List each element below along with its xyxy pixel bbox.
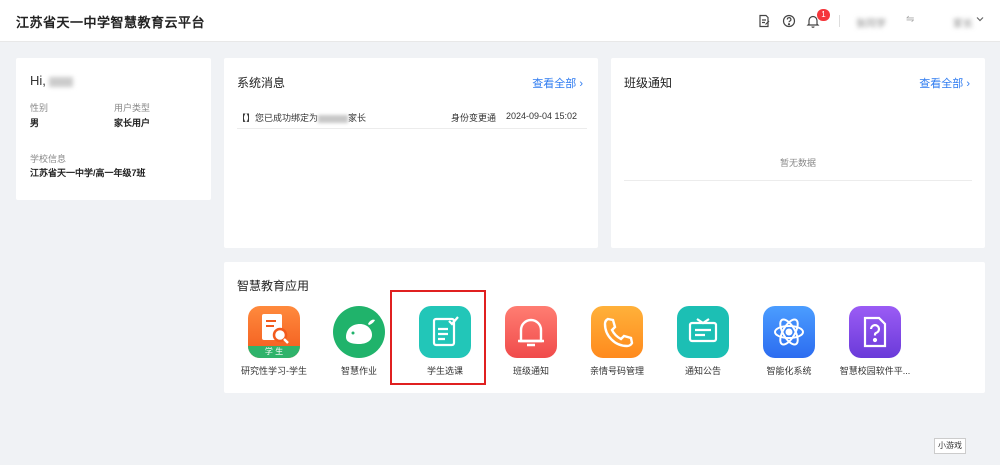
mini-game-button[interactable]: 小游戏: [934, 438, 966, 454]
app-research-study[interactable]: 学 生 研究性学习-学生: [234, 306, 314, 378]
greeting-name-blurred: [48, 76, 73, 87]
message-row[interactable]: 【】您已成功绑定为 家长 身份变更通 2024-09-04 15:02: [237, 107, 587, 129]
messages-view-all-link[interactable]: 查看全部 ›: [532, 75, 583, 91]
app-label: 智能化系统: [766, 366, 812, 376]
top-bar: 江苏省天一中学智慧教育云平台 1 张同学 ⇋ 家长: [0, 0, 1000, 42]
user-role[interactable]: 家长: [953, 15, 973, 30]
chevron-right-icon: ›: [966, 78, 970, 90]
app-label: 通知公告: [684, 366, 721, 376]
user-type-label: 用户类型: [114, 103, 151, 113]
greeting: Hi,: [30, 73, 73, 88]
app-class-notice[interactable]: 班级通知: [491, 306, 571, 378]
app-title: 江苏省天一中学智慧教育云平台: [16, 15, 206, 30]
chevron-right-icon: ›: [579, 78, 583, 90]
notice-view-all-link[interactable]: 查看全部 ›: [919, 75, 970, 91]
help-icon[interactable]: [782, 14, 796, 28]
school-value: 江苏省天一中学/高一年级7班: [30, 168, 146, 178]
phone-icon: [591, 306, 643, 358]
edit-document-icon[interactable]: [757, 14, 771, 28]
app-label: 班级通知: [512, 366, 549, 376]
header-divider: [839, 15, 840, 27]
notification-badge: 1: [817, 9, 830, 21]
smart-apps-card: 智慧教育应用 学 生 研究性学习-学生 智慧作业 学生选课 班级通知 亲情号码管…: [224, 262, 985, 393]
research-study-icon: 学 生: [248, 306, 300, 358]
empty-state-text: 暂无数据: [779, 158, 816, 168]
app-smart-homework[interactable]: 智慧作业: [319, 306, 399, 378]
whale-homework-icon: [333, 306, 385, 358]
bell-icon: [505, 306, 557, 358]
student-badge: 学 生: [264, 347, 284, 356]
help-document-icon: [849, 306, 901, 358]
selection-highlight-box: [390, 290, 486, 385]
apps-title: 智慧教育应用: [237, 279, 310, 293]
school-label: 学校信息: [30, 154, 67, 164]
user-name[interactable]: 张同学: [856, 15, 886, 30]
app-smart-campus-platform[interactable]: 智慧校园软件平...: [835, 306, 915, 378]
app-family-phone[interactable]: 亲情号码管理: [577, 306, 657, 378]
chevron-down-icon[interactable]: [975, 14, 985, 24]
message-name-blurred: [318, 114, 349, 123]
app-announcement[interactable]: 通知公告: [663, 306, 743, 378]
message-text: 【】您已成功绑定为 家长: [237, 113, 367, 123]
announcement-icon: [677, 306, 729, 358]
profile-card: Hi, 性别 男 用户类型 家长用户 学校信息 江苏省天一中学/高一年级7班: [16, 58, 211, 200]
switch-icon[interactable]: ⇋: [906, 14, 914, 25]
system-messages-card: 系统消息 查看全部 › 【】您已成功绑定为 家长 身份变更通 2024-09-04…: [224, 58, 598, 248]
user-type-value: 家长用户: [114, 118, 151, 128]
app-label: 智慧校园软件平...: [839, 366, 911, 376]
gender-value: 男: [30, 118, 40, 128]
atom-icon: [763, 306, 815, 358]
app-intelligent-system[interactable]: 智能化系统: [749, 306, 829, 378]
app-label: 亲情号码管理: [589, 366, 644, 376]
class-notice-card: 班级通知 查看全部 › 暂无数据: [611, 58, 985, 248]
message-source: 身份变更通: [451, 113, 497, 123]
gender-label: 性别: [30, 103, 49, 113]
divider: [624, 180, 972, 181]
system-messages-title: 系统消息: [237, 76, 286, 90]
class-notice-title: 班级通知: [624, 76, 673, 90]
message-time: 2024-09-04 15:02: [505, 111, 577, 121]
